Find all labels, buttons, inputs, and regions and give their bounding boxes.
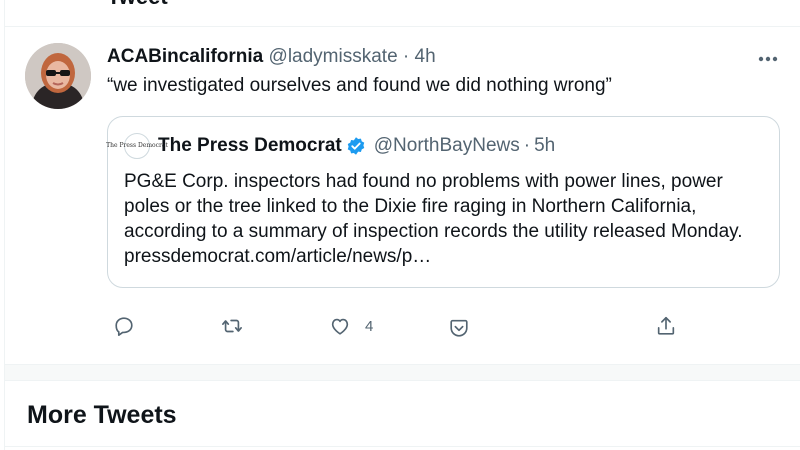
more-tweets-heading: More Tweets — [27, 401, 177, 429]
like-count: 4 — [365, 317, 374, 335]
share-icon — [657, 316, 675, 335]
tweet-time[interactable]: 4h — [415, 46, 436, 67]
separator: · — [402, 46, 410, 67]
quoted-time: 5h — [534, 135, 556, 156]
tweet[interactable]: ACABincalifornia @ladymisskate · 4h “we … — [5, 27, 800, 365]
retweet-icon — [222, 319, 242, 333]
quoted-handle: @NorthBayNews — [373, 135, 520, 156]
tweet-text: “we investigated ourselves and found we … — [107, 75, 612, 96]
quoted-tweet-text: PG&E Corp. inspectors had found no probl… — [124, 171, 743, 267]
verified-badge-icon — [347, 137, 364, 155]
tweet-header: ACABincalifornia @ladymisskate · 4h — [107, 46, 436, 68]
like-icon — [331, 318, 349, 335]
retweet-button[interactable] — [221, 311, 243, 341]
reply-icon — [115, 317, 133, 336]
section-divider — [5, 446, 800, 447]
revue-icon — [450, 319, 468, 337]
quoted-tweet[interactable]: The Press Democrat The Press Democrat @N… — [106, 116, 780, 288]
tweet-actions: 4 — [107, 311, 687, 341]
quoted-separator: · — [523, 135, 531, 156]
share-button[interactable] — [655, 311, 677, 341]
timeline-column: Tweet ACABincalifornia @ladymisskate · 4… — [4, 0, 800, 450]
quoted-display-name: The Press Democrat — [158, 135, 342, 156]
avatar[interactable] — [25, 43, 91, 109]
display-name[interactable]: ACABincalifornia — [107, 46, 263, 67]
reply-button[interactable] — [113, 311, 135, 341]
press-democrat-logo: The Press Democrat — [106, 133, 168, 159]
section-gap — [5, 365, 800, 381]
like-button[interactable]: 4 — [329, 311, 373, 341]
user-handle[interactable]: @ladymisskate — [269, 46, 398, 67]
more-options-icon[interactable] — [757, 55, 779, 63]
revue-button[interactable] — [448, 313, 470, 343]
quoted-tweet-header: The Press Democrat The Press Democrat @N… — [106, 133, 556, 159]
page-title: Tweet — [107, 0, 168, 10]
